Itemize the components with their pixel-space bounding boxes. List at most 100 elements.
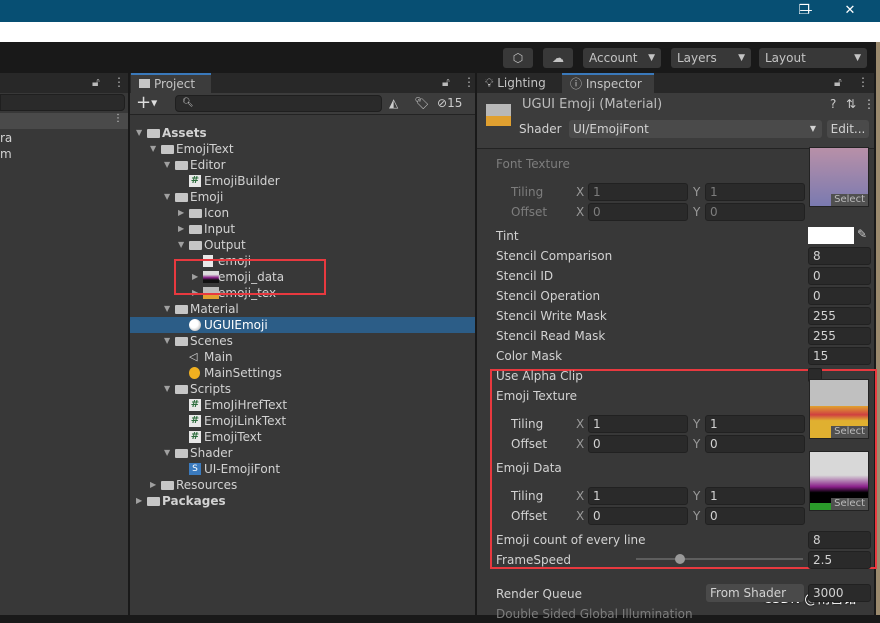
- y-field[interactable]: 1: [705, 487, 805, 505]
- y-field[interactable]: 0: [705, 435, 805, 453]
- tree-item-icon[interactable]: ▶ Icon: [130, 205, 475, 221]
- tree-item-mainsettings[interactable]: MainSettings: [130, 365, 475, 381]
- preset-icon[interactable]: ⇅: [846, 97, 856, 111]
- chevron-right-icon[interactable]: ▶: [178, 221, 184, 237]
- collab-button[interactable]: ⬡: [503, 48, 533, 68]
- render-queue-mode: From Shader: [710, 586, 787, 600]
- tree-item-input[interactable]: ▶ Input: [130, 221, 475, 237]
- chevron-down-icon[interactable]: ▼: [164, 301, 170, 317]
- property-field[interactable]: 0: [808, 287, 871, 305]
- tab-lighting[interactable]: 💡︎ Lighting: [477, 73, 561, 93]
- filter-by-type-icon[interactable]: ◭: [389, 96, 398, 110]
- hierarchy-item[interactable]: ra: [0, 130, 12, 146]
- chevron-down-icon[interactable]: ▼: [164, 381, 170, 397]
- tree-item-ui-emojifont[interactable]: S UI-EmojiFont: [130, 461, 475, 477]
- chevron-down-icon[interactable]: ▼: [164, 157, 170, 173]
- select-button[interactable]: Select: [831, 194, 868, 206]
- edit-shader-button[interactable]: Edit...: [827, 120, 869, 138]
- shader-dropdown[interactable]: UI/EmojiFont ▼: [569, 120, 822, 138]
- eyedropper-icon[interactable]: ✎: [857, 227, 867, 241]
- more-icon[interactable]: ⋮: [863, 97, 875, 111]
- chevron-down-icon[interactable]: ▼: [150, 141, 156, 157]
- tree-item-resources[interactable]: ▶ Resources: [130, 477, 475, 493]
- render-queue-field[interactable]: 3000: [808, 584, 871, 602]
- x-field[interactable]: 1: [588, 415, 688, 433]
- chevron-down-icon[interactable]: ▼: [178, 237, 184, 253]
- tree-item-emojilinktext[interactable]: # EmojiLinkText: [130, 413, 475, 429]
- x-field[interactable]: 0: [588, 203, 688, 221]
- tree-item-scripts[interactable]: ▼ Scripts: [130, 381, 475, 397]
- lock-icon[interactable]: 🔓︎: [834, 75, 842, 90]
- y-field[interactable]: 0: [705, 507, 805, 525]
- tree-item-emojitext[interactable]: ▼ EmojiText: [130, 141, 475, 157]
- property-field[interactable]: 255: [808, 327, 871, 345]
- chevron-down-icon[interactable]: ▼: [164, 189, 170, 205]
- tree-item-scenes[interactable]: ▼ Scenes: [130, 333, 475, 349]
- account-dropdown[interactable]: Account ▼: [583, 48, 661, 68]
- tree-item-uguiemoji[interactable]: UGUIEmoji: [130, 317, 475, 333]
- frame-speed-field[interactable]: 2.5: [808, 551, 871, 569]
- tree-item-output[interactable]: ▼ Output: [130, 237, 475, 253]
- chevron-right-icon[interactable]: ▶: [178, 205, 184, 221]
- close-button[interactable]: ✕: [830, 0, 870, 22]
- tree-item-label: EmojiBuilder: [204, 174, 280, 188]
- tree-item-editor[interactable]: ▼ Editor: [130, 157, 475, 173]
- chevron-down-icon[interactable]: ▼: [164, 333, 170, 349]
- chevron-down-icon[interactable]: ▼: [164, 445, 170, 461]
- tab-project[interactable]: Project: [131, 73, 211, 93]
- scene-header: ⋮: [0, 113, 128, 129]
- font-texture-thumbnail[interactable]: Select: [809, 147, 869, 207]
- layout-dropdown[interactable]: Layout ▼: [759, 48, 867, 68]
- more-icon[interactable]: ⋮: [113, 75, 125, 89]
- more-icon[interactable]: ⋮: [857, 75, 869, 89]
- chevron-right-icon[interactable]: ▶: [136, 493, 142, 509]
- layers-dropdown[interactable]: Layers ▼: [671, 48, 751, 68]
- tint-color-swatch[interactable]: [808, 227, 854, 244]
- create-button[interactable]: +▼: [136, 92, 157, 113]
- property-field[interactable]: 0: [808, 267, 871, 285]
- tab-inspector[interactable]: ⓘ Inspector: [562, 73, 654, 93]
- lock-icon[interactable]: 🔓︎: [442, 75, 450, 90]
- cloud-button[interactable]: ☁: [543, 48, 573, 68]
- emoji-data-thumbnail[interactable]: Select: [809, 451, 869, 511]
- tree-item-emoji[interactable]: ▼ Emoji: [130, 189, 475, 205]
- y-field[interactable]: 1: [705, 415, 805, 433]
- filter-by-label-icon[interactable]: 🏷︎: [414, 96, 429, 110]
- y-field[interactable]: 1: [705, 183, 805, 201]
- x-field[interactable]: 1: [588, 183, 688, 201]
- property-field[interactable]: 255: [808, 307, 871, 325]
- emoji-count-field[interactable]: 8: [808, 531, 871, 549]
- hierarchy-item[interactable]: m: [0, 146, 12, 162]
- emoji-texture-thumbnail[interactable]: Select: [809, 379, 869, 439]
- tree-item-emojibuilder[interactable]: # EmojiBuilder: [130, 173, 475, 189]
- tree-item-emojitext[interactable]: # EmojiText: [130, 429, 475, 445]
- tree-item-main[interactable]: ◁ Main: [130, 349, 475, 365]
- tree-item-material[interactable]: ▼ Material: [130, 301, 475, 317]
- x-field[interactable]: 1: [588, 487, 688, 505]
- tree-item-packages[interactable]: ▶ Packages: [130, 493, 475, 509]
- tree-item-shader[interactable]: ▼ Shader: [130, 445, 475, 461]
- tab-label: Inspector: [585, 77, 642, 91]
- x-field[interactable]: 0: [588, 507, 688, 525]
- hierarchy-search-input[interactable]: [0, 94, 125, 111]
- more-icon[interactable]: ⋮: [113, 113, 123, 124]
- chevron-right-icon[interactable]: ▶: [150, 477, 156, 493]
- restore-button[interactable]: ❐: [784, 0, 824, 22]
- property-field[interactable]: 15: [808, 347, 871, 365]
- tree-item-assets[interactable]: ▼ Assets: [130, 125, 475, 141]
- more-icon[interactable]: ⋮: [463, 75, 475, 89]
- lock-icon[interactable]: 🔓︎: [92, 75, 100, 90]
- x-field[interactable]: 0: [588, 435, 688, 453]
- select-button[interactable]: Select: [831, 498, 868, 510]
- frame-speed-slider-thumb[interactable]: [675, 554, 685, 564]
- project-search-input[interactable]: 🔍︎: [175, 95, 382, 112]
- select-button[interactable]: Select: [831, 426, 868, 438]
- property-field[interactable]: 8: [808, 247, 871, 265]
- tree-item-emojihreftext[interactable]: # EmoJiHrefText: [130, 397, 475, 413]
- hidden-packages-toggle[interactable]: ⊘15: [437, 96, 462, 110]
- y-field[interactable]: 0: [705, 203, 805, 221]
- render-queue-dropdown[interactable]: From Shader: [706, 584, 804, 602]
- frame-speed-slider-track[interactable]: [636, 558, 803, 560]
- help-icon[interactable]: ?: [830, 97, 836, 111]
- chevron-down-icon[interactable]: ▼: [136, 125, 142, 141]
